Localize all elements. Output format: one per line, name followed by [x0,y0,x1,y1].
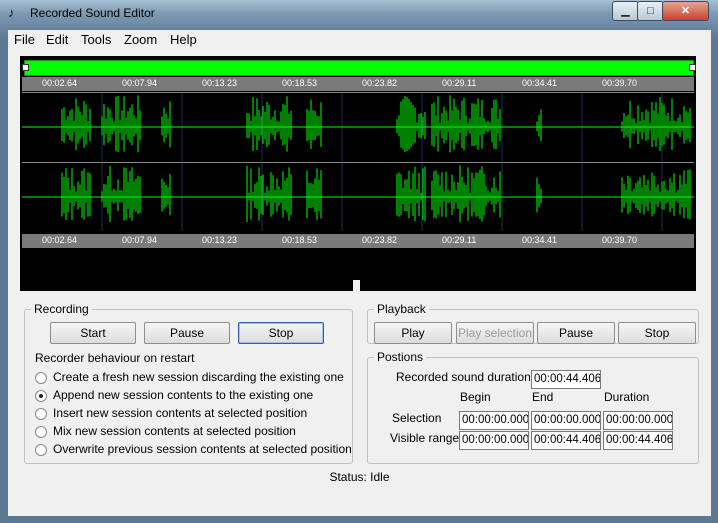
minimize-button[interactable]: ▁ [612,1,639,21]
positions-group: Postions Recorded sound duration 00:00:4… [367,350,699,464]
radio-label[interactable]: Append new session contents to the exist… [53,388,313,402]
ruler-tick: 00:18.53 [282,235,318,245]
playback-stop-button[interactable]: Stop [618,322,696,344]
waveform-editor[interactable]: 00:02.64 00:07.94 00:13.23 00:18.53 00:2… [20,56,696,280]
range-end-handle[interactable] [689,64,696,71]
behaviour-label: Recorder behaviour on restart [35,351,195,365]
positions-legend: Postions [377,350,424,364]
window-title: Recorded Sound Editor [30,6,155,20]
ruler-tick: 00:34.41 [522,78,558,88]
ruler-tick: 00:07.94 [122,235,158,245]
ruler-tick: 00:23.82 [362,235,398,245]
radio-append[interactable] [35,390,47,402]
visible-begin-field[interactable]: 00:00:00.000 [459,431,529,450]
close-button[interactable]: ✕ [662,1,709,21]
client-area: File Edit Tools Zoom Help 00:02.64 00:07… [8,30,711,516]
menu-zoom[interactable]: Zoom [124,32,157,47]
time-ruler-top: 00:02.64 00:07.94 00:13.23 00:18.53 00:2… [22,77,694,91]
maximize-button[interactable]: □ [637,1,664,21]
selection-duration-field[interactable]: 00:00:00.000 [603,411,673,430]
ruler-tick: 00:29.11 [442,78,477,88]
duration-field: 00:00:44.406 [531,370,601,389]
time-ruler-bottom: 00:02.64 00:07.94 00:13.23 00:18.53 00:2… [22,234,694,248]
ruler-tick: 00:34.41 [522,235,558,245]
ruler-tick: 00:39.70 [602,235,638,245]
visible-range-label: Visible range [390,431,460,445]
status-text: Status: Idle [329,470,390,484]
ruler-tick: 00:13.23 [202,235,238,245]
app-window: ♪ Recorded Sound Editor ▁ □ ✕ File Edit … [0,0,718,523]
ruler-tick: 00:07.94 [122,78,158,88]
menu-bar: File Edit Tools Zoom Help [8,30,711,50]
ruler-tick: 00:02.64 [42,235,78,245]
music-note-icon: ♪ [8,5,15,20]
waveform-channel-right[interactable] [22,162,694,231]
ruler-tick: 00:18.53 [282,78,318,88]
recording-legend: Recording [34,302,89,316]
radio-label[interactable]: Insert new session contents at selected … [53,406,307,420]
radio-label[interactable]: Overwrite previous session contents at s… [53,442,352,456]
play-button[interactable]: Play [374,322,452,344]
waveform-left-svg [22,93,694,161]
waveform-right-svg [22,163,694,231]
close-icon: ✕ [680,5,691,17]
col-duration-label: Duration [604,390,650,404]
visible-end-field[interactable]: 00:00:44.406 [531,431,601,450]
menu-file[interactable]: File [14,32,35,47]
level-display-right [360,259,696,291]
recording-group: Recording Start Pause Stop Recorder beha… [24,302,353,464]
col-end-label: End [532,390,554,404]
radio-label[interactable]: Create a fresh new session discarding th… [53,370,344,384]
visible-duration-field[interactable]: 00:00:44.406 [603,431,673,450]
col-begin-label: Begin [460,390,491,404]
menu-help[interactable]: Help [170,32,197,47]
title-bar[interactable]: ♪ Recorded Sound Editor ▁ □ ✕ [0,0,718,26]
waveform-area[interactable] [22,92,694,232]
maximize-icon: □ [647,5,654,17]
record-stop-button[interactable]: Stop [238,322,324,344]
playback-group: Playback Play Play selection Pause Stop [367,302,699,344]
range-start-handle[interactable] [22,64,29,71]
duration-label: Recorded sound duration [396,370,531,384]
ruler-tick: 00:13.23 [202,78,238,88]
range-selector-bar[interactable] [22,60,696,76]
ruler-tick: 00:02.64 [42,78,78,88]
menu-edit[interactable]: Edit [46,32,68,47]
selection-end-field[interactable]: 00:00:00.000 [531,411,601,430]
play-selection-button[interactable]: Play selection [456,322,534,344]
playback-legend: Playback [377,302,426,316]
selection-label: Selection [392,411,442,425]
level-display-left [20,259,353,291]
radio-create-fresh[interactable] [35,372,47,384]
radio-overwrite[interactable] [35,444,47,456]
ruler-tick: 00:39.70 [602,78,638,88]
radio-mix[interactable] [35,426,47,438]
selection-begin-field[interactable]: 00:00:00.000 [459,411,529,430]
ruler-tick: 00:23.82 [362,78,398,88]
menu-tools[interactable]: Tools [81,32,111,47]
radio-label[interactable]: Mix new session contents at selected pos… [53,424,296,438]
playback-pause-button[interactable]: Pause [537,322,615,344]
record-pause-button[interactable]: Pause [144,322,230,344]
waveform-channel-left[interactable] [22,92,694,161]
start-button[interactable]: Start [50,322,136,344]
ruler-tick: 00:29.11 [442,235,477,245]
radio-insert[interactable] [35,408,47,420]
minimize-icon: ▁ [621,5,630,17]
